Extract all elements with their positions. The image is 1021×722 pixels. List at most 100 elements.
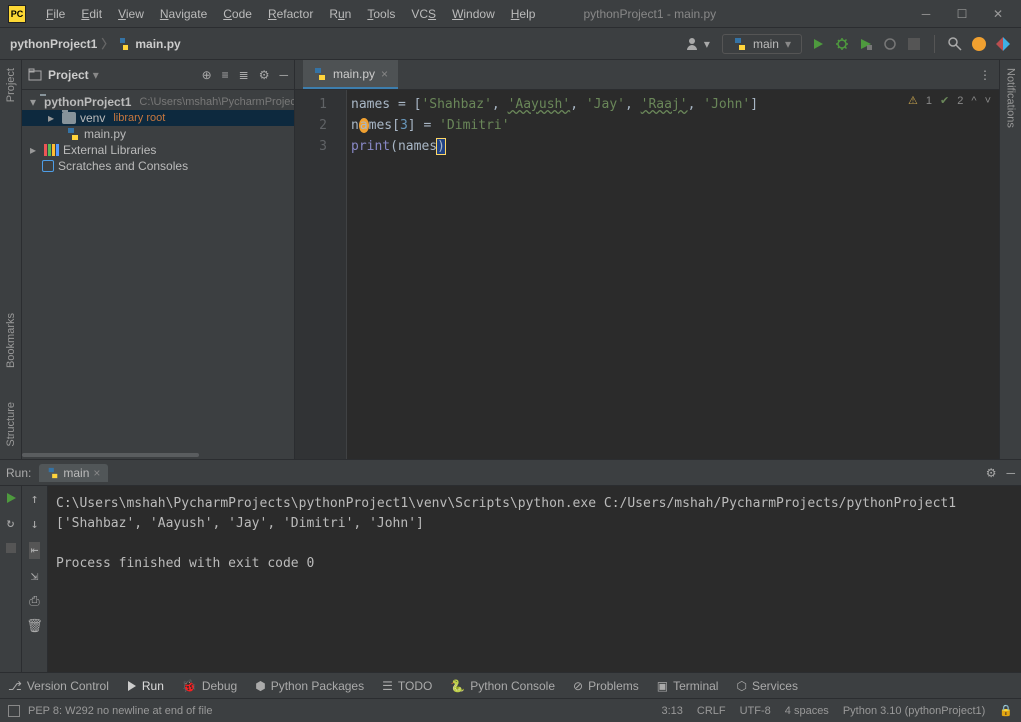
tool-windows-toggle-icon[interactable] [8, 705, 20, 717]
tree-venv[interactable]: ▸ venv library root [22, 110, 294, 126]
hide-run-icon[interactable]: ─ [1006, 466, 1015, 480]
clear-icon[interactable]: 🗑 [26, 619, 43, 634]
list-icon: ☰ [382, 679, 393, 693]
tree-main-file[interactable]: main.py [22, 126, 294, 142]
close-button[interactable]: ✕ [991, 7, 1005, 21]
prev-highlight-icon[interactable]: ^ [971, 95, 976, 107]
python-packages-button[interactable]: ⬢Python Packages [255, 679, 364, 693]
breadcrumb-project[interactable]: pythonProject1 [10, 37, 97, 51]
close-tab-icon[interactable]: × [381, 67, 388, 81]
soft-wrap-icon[interactable]: ⇤ [29, 542, 41, 559]
python-icon: 🐍 [450, 679, 465, 693]
scroll-end-icon[interactable]: ⇲ [31, 569, 39, 584]
breadcrumb-file[interactable]: main.py [135, 37, 180, 51]
collapse-all-icon[interactable]: ≣ [239, 68, 249, 82]
inspection-widget[interactable]: ⚠1 ✔2 ^ ˅ [908, 94, 991, 107]
rerun-failed-icon[interactable]: ↻ [7, 516, 15, 531]
menu-view[interactable]: View [110, 5, 152, 23]
structure-tool-button[interactable]: Structure [5, 398, 17, 451]
tree-venv-hint: library root [113, 112, 165, 124]
python-interpreter[interactable]: Python 3.10 (pythonProject1) [843, 705, 985, 717]
minimize-button[interactable]: ─ [919, 7, 933, 21]
menu-code[interactable]: Code [215, 5, 260, 23]
project-tool-window: Project ▾ ⊕ ≡ ≣ ⚙ ─ ▾ pythonProject1 C:\… [22, 60, 295, 459]
menu-run[interactable]: Run [321, 5, 359, 23]
debug-tool-button[interactable]: 🐞Debug [182, 679, 237, 693]
menu-help[interactable]: Help [503, 5, 544, 23]
problems-icon: ⊘ [573, 679, 583, 693]
run-settings-icon[interactable]: ⚙ [986, 466, 997, 480]
breadcrumb[interactable]: pythonProject1 〉 main.py [10, 35, 181, 52]
close-run-tab-icon[interactable]: × [93, 466, 100, 480]
code-content[interactable]: names = ['Shahbaz', 'Aayush', 'Jay', 'Ra… [347, 90, 999, 459]
code-editor[interactable]: 1 2 3 names = ['Shahbaz', 'Aayush', 'Jay… [295, 90, 999, 459]
package-icon: ⬢ [255, 679, 265, 693]
services-tool-button[interactable]: ⬡Services [736, 679, 798, 693]
tree-root-path: C:\Users\mshah\PycharmProjects [139, 96, 294, 108]
line-separator[interactable]: CRLF [697, 705, 726, 717]
todo-tool-button[interactable]: ☰TODO [382, 679, 432, 693]
external-libraries-icon [44, 144, 59, 156]
code-with-me-button[interactable]: ▾ [682, 35, 714, 53]
tree-venv-label: venv [80, 111, 105, 125]
down-stack-icon[interactable]: ↓ [31, 517, 39, 532]
caret-position[interactable]: 3:13 [661, 705, 682, 717]
run-tab-label: main [63, 466, 89, 480]
run-config-selector[interactable]: main ▾ [722, 34, 802, 54]
next-highlight-icon[interactable]: ˅ [985, 95, 991, 107]
menu-refactor[interactable]: Refactor [260, 5, 321, 23]
profile-button[interactable] [882, 36, 898, 52]
status-bar: PEP 8: W292 no newline at end of file 3:… [0, 698, 1021, 722]
hide-icon[interactable]: ─ [279, 68, 288, 82]
editor-more-icon[interactable]: ⋮ [971, 60, 999, 89]
menu-vcs[interactable]: VCS [403, 5, 444, 23]
project-tree[interactable]: ▾ pythonProject1 C:\Users\mshah\PycharmP… [22, 90, 294, 451]
run-tool-button[interactable]: Run [127, 679, 164, 693]
tree-scratches[interactable]: Scratches and Consoles [22, 158, 294, 174]
app-icon: PC [8, 5, 26, 23]
python-console-button[interactable]: 🐍Python Console [450, 679, 555, 693]
notifications-tool-button[interactable]: Notifications [1005, 64, 1017, 132]
menu-edit[interactable]: Edit [73, 5, 110, 23]
branch-icon: ⎇ [8, 679, 22, 693]
menu-tools[interactable]: Tools [359, 5, 403, 23]
title-bar: PC File Edit View Navigate Code Refactor… [0, 0, 1021, 28]
ide-update-icon[interactable] [971, 36, 987, 52]
run-console-output[interactable]: C:\Users\mshah\PycharmProjects\pythonPro… [48, 486, 1021, 672]
stop-button [906, 36, 922, 52]
python-file-icon [66, 127, 80, 141]
tree-scrollbar[interactable] [22, 451, 294, 459]
search-everywhere-button[interactable] [947, 36, 963, 52]
coverage-button[interactable] [858, 36, 874, 52]
terminal-tool-button[interactable]: ▣Terminal [657, 679, 719, 693]
problems-tool-button[interactable]: ⊘Problems [573, 679, 639, 693]
up-stack-icon[interactable]: ↑ [31, 492, 39, 507]
menu-file[interactable]: File [38, 5, 73, 23]
line-number: 2 [295, 115, 327, 136]
version-control-button[interactable]: ⎇Version Control [8, 679, 109, 693]
file-encoding[interactable]: UTF-8 [740, 705, 771, 717]
indent-settings[interactable]: 4 spaces [785, 705, 829, 717]
lock-icon[interactable]: 🔒 [999, 704, 1013, 717]
print-icon[interactable]: ⎙ [29, 594, 39, 609]
select-opened-file-icon[interactable]: ⊕ [202, 68, 212, 82]
right-tool-strip: Notifications [999, 60, 1021, 459]
run-tab-main[interactable]: main × [39, 464, 108, 482]
settings-icon[interactable]: ⚙ [259, 68, 270, 82]
tree-external-libs[interactable]: ▸ External Libraries [22, 142, 294, 158]
editor-gutter[interactable]: 1 2 3 [295, 90, 335, 459]
project-tool-button[interactable]: Project [5, 64, 17, 106]
rerun-icon[interactable] [5, 492, 17, 504]
run-button[interactable] [810, 36, 826, 52]
maximize-button[interactable]: ☐ [955, 7, 969, 21]
tree-root[interactable]: ▾ pythonProject1 C:\Users\mshah\PycharmP… [22, 94, 294, 110]
editor-tab-main[interactable]: main.py × [303, 60, 398, 89]
menu-navigate[interactable]: Navigate [152, 5, 215, 23]
plugin-icon[interactable] [995, 36, 1011, 52]
warning-icon: ⚠ [908, 94, 918, 107]
debug-button[interactable] [834, 36, 850, 52]
menu-window[interactable]: Window [444, 5, 503, 23]
expand-all-icon[interactable]: ≡ [222, 68, 229, 82]
bookmarks-tool-button[interactable]: Bookmarks [5, 309, 17, 372]
editor-tab-label: main.py [333, 67, 375, 81]
